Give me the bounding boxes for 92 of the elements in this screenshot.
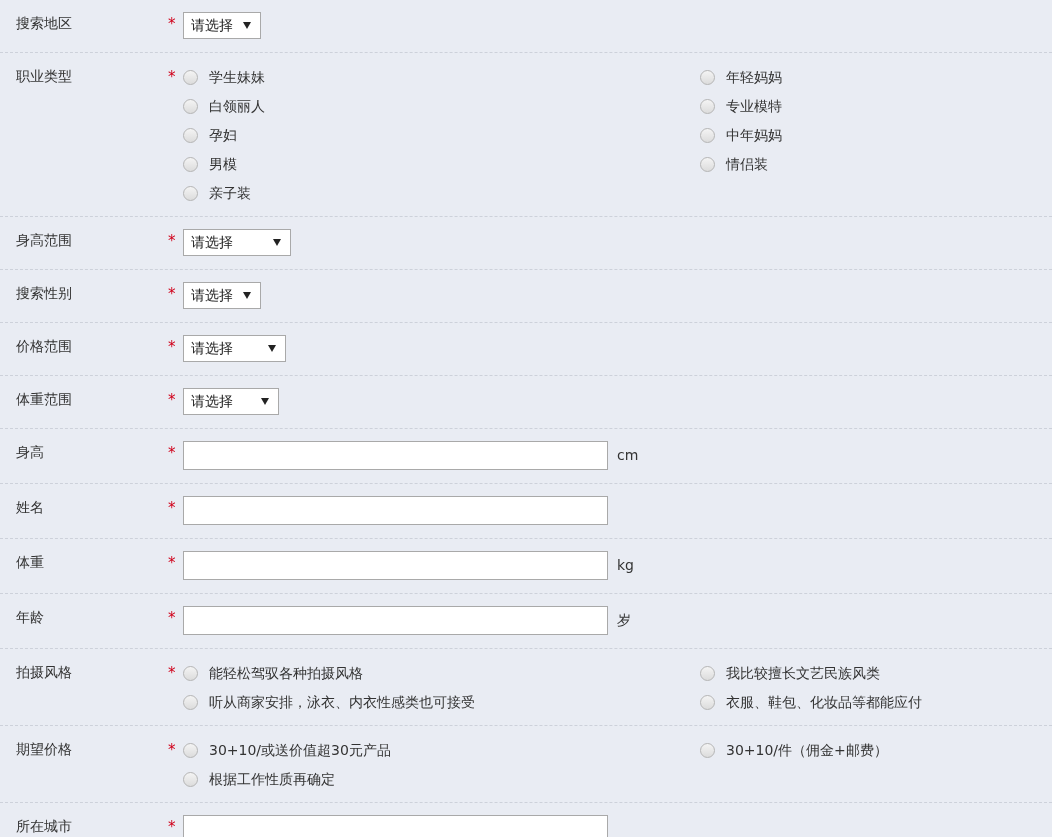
input-field[interactable]	[183, 551, 608, 580]
caret-icon	[243, 22, 251, 29]
dropdown[interactable]: 请选择	[183, 388, 279, 415]
radio-button[interactable]	[183, 99, 198, 114]
input-field[interactable]	[183, 815, 608, 837]
option-label: 我比较擅长文艺民族风类	[726, 664, 880, 683]
unit-label: 岁	[617, 611, 631, 630]
radio-option[interactable]: 白领丽人	[183, 97, 700, 116]
option-label: 听从商家安排，泳衣、内衣性感类也可接受	[209, 693, 475, 712]
field-label: 搜索性别	[16, 284, 73, 303]
required-mark: *	[168, 285, 176, 303]
option-label: 年轻妈妈	[726, 68, 782, 87]
radio-button[interactable]	[183, 666, 198, 681]
radio-button[interactable]	[700, 743, 715, 758]
option-label: 白领丽人	[209, 97, 265, 116]
option-label: 男模	[209, 155, 237, 174]
radio-button[interactable]	[700, 157, 715, 172]
radio-option[interactable]: 专业模特	[700, 97, 1052, 116]
option-label: 衣服、鞋包、化妆品等都能应付	[726, 693, 922, 712]
field-label: 体重	[16, 553, 45, 572]
input-field[interactable]	[183, 496, 608, 525]
radio-option[interactable]: 男模	[183, 155, 700, 174]
radio-option[interactable]: 根据工作性质再确定	[183, 770, 700, 789]
option-label: 亲子装	[209, 184, 251, 203]
radio-option[interactable]: 能轻松驾驭各种拍摄风格	[183, 664, 700, 683]
dropdown[interactable]: 请选择	[183, 282, 261, 309]
required-mark: *	[168, 554, 176, 572]
required-mark: *	[168, 15, 176, 33]
option-label: 30+10/件（佣金+邮费）	[726, 741, 888, 760]
radio-option[interactable]: 衣服、鞋包、化妆品等都能应付	[700, 693, 1052, 712]
radio-option[interactable]: 学生妹妹	[183, 68, 700, 87]
radio-button[interactable]	[700, 128, 715, 143]
dropdown[interactable]: 请选择	[183, 335, 286, 362]
field-label: 身高范围	[16, 231, 73, 250]
required-mark: *	[168, 818, 176, 836]
input-field[interactable]	[183, 606, 608, 635]
radio-button[interactable]	[700, 99, 715, 114]
dropdown[interactable]: 请选择	[183, 12, 261, 39]
field-label: 所在城市	[16, 817, 73, 836]
radio-button[interactable]	[183, 772, 198, 787]
field-label: 职业类型	[16, 67, 73, 86]
required-mark: *	[168, 664, 176, 682]
radio-button[interactable]	[183, 70, 198, 85]
option-label: 中年妈妈	[726, 126, 782, 145]
caret-icon	[268, 345, 276, 352]
radio-option[interactable]: 中年妈妈	[700, 126, 1052, 145]
radio-option[interactable]: 30+10/或送价值超30元产品	[183, 741, 700, 760]
radio-button[interactable]	[183, 695, 198, 710]
required-mark: *	[168, 741, 176, 759]
option-label: 情侣装	[726, 155, 768, 174]
required-mark: *	[168, 444, 176, 462]
field-label: 年龄	[16, 608, 45, 627]
field-label: 姓名	[16, 498, 45, 517]
option-label: 根据工作性质再确定	[209, 770, 335, 789]
option-label: 能轻松驾驭各种拍摄风格	[209, 664, 363, 683]
unit-label: kg	[617, 556, 634, 575]
radio-button[interactable]	[183, 186, 198, 201]
required-mark: *	[168, 499, 176, 517]
field-label: 体重范围	[16, 390, 73, 409]
unit-label: cm	[617, 446, 639, 465]
required-mark: *	[168, 232, 176, 250]
radio-option[interactable]: 孕妇	[183, 126, 700, 145]
field-label: 身高	[16, 443, 45, 462]
option-label: 学生妹妹	[209, 68, 265, 87]
caret-icon	[243, 292, 251, 299]
field-label: 价格范围	[16, 337, 73, 356]
option-label: 专业模特	[726, 97, 782, 116]
required-mark: *	[168, 391, 176, 409]
caret-icon	[273, 239, 281, 246]
radio-button[interactable]	[183, 128, 198, 143]
radio-option[interactable]: 听从商家安排，泳衣、内衣性感类也可接受	[183, 693, 700, 712]
radio-button[interactable]	[700, 70, 715, 85]
input-field[interactable]	[183, 441, 608, 470]
radio-option[interactable]: 亲子装	[183, 184, 700, 203]
field-label: 拍摄风格	[16, 663, 73, 682]
required-mark: *	[168, 609, 176, 627]
radio-option[interactable]: 情侣装	[700, 155, 1052, 174]
radio-option[interactable]: 年轻妈妈	[700, 68, 1052, 87]
field-label: 搜索地区	[16, 14, 73, 33]
option-label: 孕妇	[209, 126, 237, 145]
required-mark: *	[168, 68, 176, 86]
radio-button[interactable]	[183, 157, 198, 172]
option-label: 30+10/或送价值超30元产品	[209, 741, 391, 760]
radio-button[interactable]	[183, 743, 198, 758]
radio-button[interactable]	[700, 695, 715, 710]
field-label: 期望价格	[16, 740, 73, 759]
radio-option[interactable]: 我比较擅长文艺民族风类	[700, 664, 1052, 683]
radio-button[interactable]	[700, 666, 715, 681]
caret-icon	[261, 398, 269, 405]
radio-option[interactable]: 30+10/件（佣金+邮费）	[700, 741, 1052, 760]
dropdown[interactable]: 请选择	[183, 229, 291, 256]
required-mark: *	[168, 338, 176, 356]
